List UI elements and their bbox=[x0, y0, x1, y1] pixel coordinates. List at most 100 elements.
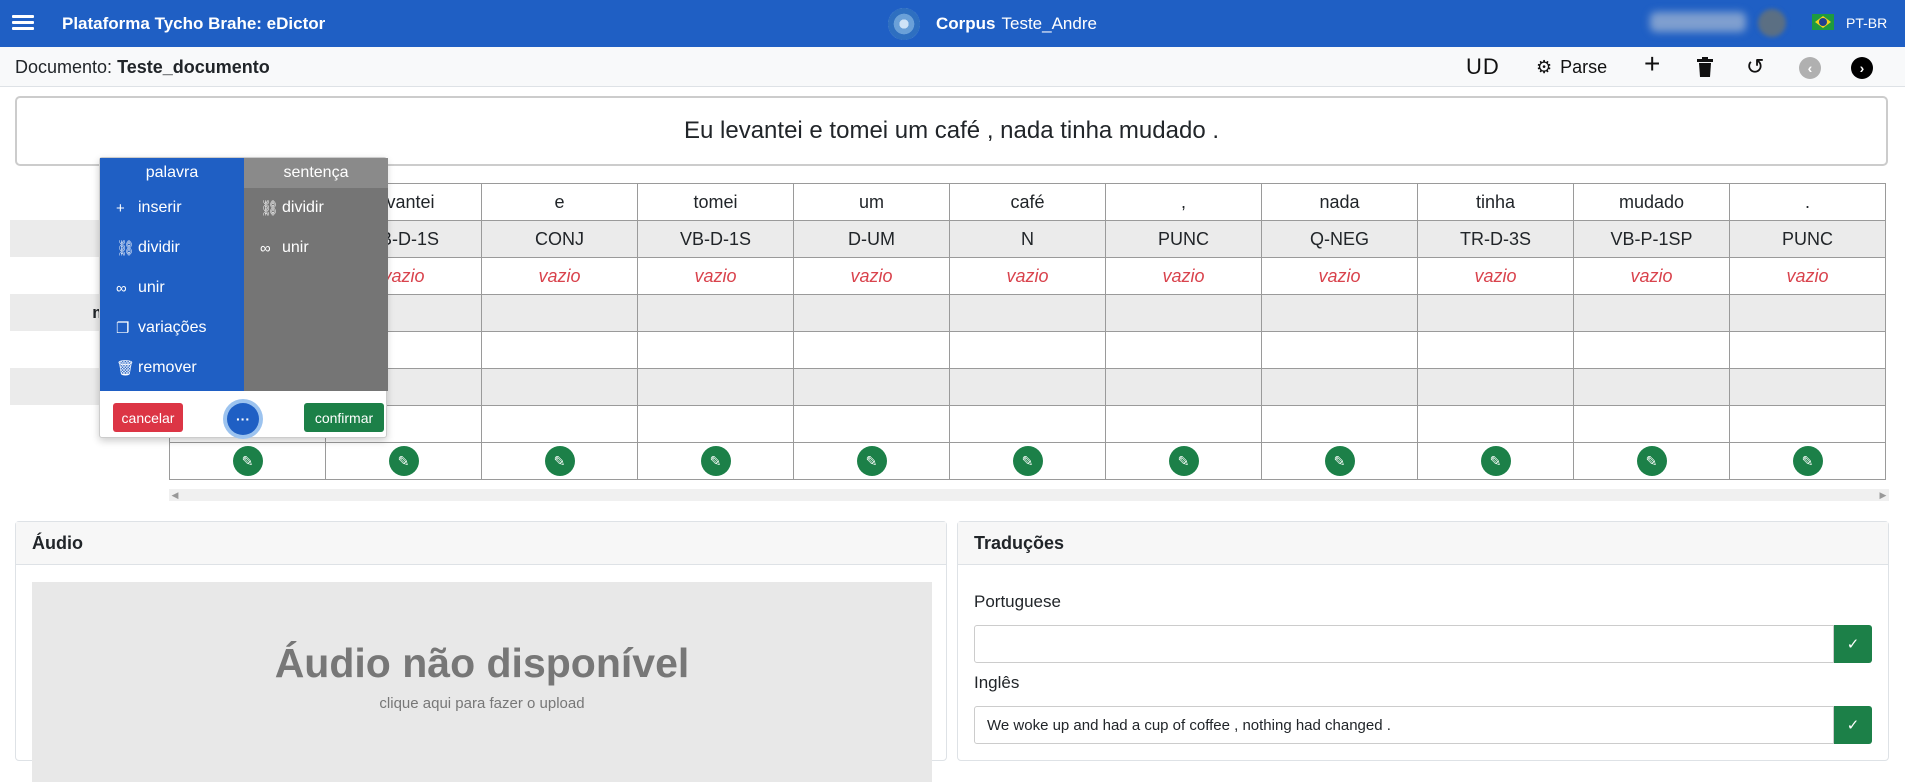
morpheme-tag-cell[interactable] bbox=[949, 331, 1106, 369]
gloss-2-cell[interactable] bbox=[481, 405, 638, 443]
tag-cell[interactable]: Q-NEG bbox=[1261, 220, 1418, 258]
gloss-2-cell[interactable] bbox=[637, 405, 794, 443]
morpheme-cell[interactable] bbox=[481, 294, 638, 332]
morpheme-cell[interactable] bbox=[637, 294, 794, 332]
save-translation-button[interactable]: ✓ bbox=[1834, 706, 1872, 744]
morpheme-gloss-cell[interactable] bbox=[1729, 368, 1886, 406]
gloss-2-cell[interactable] bbox=[1105, 405, 1262, 443]
morpheme-cell[interactable] bbox=[1729, 294, 1886, 332]
morpheme-tag-cell[interactable] bbox=[1729, 331, 1886, 369]
gloss-cell[interactable]: vazio bbox=[637, 257, 794, 295]
gloss-cell[interactable]: vazio bbox=[1573, 257, 1730, 295]
gloss-cell[interactable]: vazio bbox=[1729, 257, 1886, 295]
scroll-right-icon[interactable]: ▶ bbox=[1877, 489, 1889, 501]
next-sentence-button[interactable]: › bbox=[1851, 57, 1873, 79]
split-word-item[interactable]: ⛓ dividir bbox=[100, 228, 244, 268]
gloss-cell[interactable]: vazio bbox=[793, 257, 950, 295]
avatar[interactable] bbox=[1758, 9, 1786, 37]
morpheme-gloss-cell[interactable] bbox=[1261, 368, 1418, 406]
translation-input-portuguese[interactable] bbox=[974, 625, 1834, 663]
join-word-item[interactable]: ∞ unir bbox=[100, 268, 244, 308]
gloss-2-cell[interactable] bbox=[1729, 405, 1886, 443]
morpheme-gloss-cell[interactable] bbox=[481, 368, 638, 406]
language-selector[interactable]: PT-BR bbox=[1846, 15, 1887, 31]
gloss-cell[interactable]: vazio bbox=[1261, 257, 1418, 295]
ud-button[interactable]: UD bbox=[1466, 54, 1500, 79]
word-cell[interactable]: nada bbox=[1261, 183, 1418, 221]
tag-cell[interactable]: PUNC bbox=[1729, 220, 1886, 258]
morpheme-cell[interactable] bbox=[793, 294, 950, 332]
scroll-left-icon[interactable]: ◀ bbox=[169, 489, 181, 501]
morpheme-tag-cell[interactable] bbox=[1261, 331, 1418, 369]
horizontal-scrollbar[interactable]: ◀ ▶ bbox=[169, 489, 1889, 501]
cancel-button[interactable]: cancelar bbox=[113, 403, 183, 432]
morpheme-gloss-cell[interactable] bbox=[637, 368, 794, 406]
morpheme-tag-cell[interactable] bbox=[1417, 331, 1574, 369]
tag-cell[interactable]: VB-P-1SP bbox=[1573, 220, 1730, 258]
tag-cell[interactable]: CONJ bbox=[481, 220, 638, 258]
word-cell[interactable]: um bbox=[793, 183, 950, 221]
gloss-2-cell[interactable] bbox=[793, 405, 950, 443]
word-cell[interactable]: , bbox=[1105, 183, 1262, 221]
edit-word-button[interactable]: ✎ bbox=[700, 446, 731, 476]
edit-word-button[interactable]: ✎ bbox=[1324, 446, 1355, 476]
edit-word-button[interactable]: ✎ bbox=[1636, 446, 1667, 476]
morpheme-tag-cell[interactable] bbox=[1105, 331, 1262, 369]
tab-sentence[interactable]: sentença bbox=[244, 158, 388, 188]
gloss-2-cell[interactable] bbox=[1417, 405, 1574, 443]
edit-word-button[interactable]: ✎ bbox=[1168, 446, 1199, 476]
insert-word-item[interactable]: + inserir bbox=[100, 188, 244, 228]
previous-sentence-button[interactable]: ‹ bbox=[1799, 57, 1821, 79]
morpheme-tag-cell[interactable] bbox=[1573, 331, 1730, 369]
morpheme-tag-cell[interactable] bbox=[481, 331, 638, 369]
morpheme-cell[interactable] bbox=[949, 294, 1106, 332]
word-cell[interactable]: tomei bbox=[637, 183, 794, 221]
tag-cell[interactable]: D-UM bbox=[793, 220, 950, 258]
gloss-cell[interactable]: vazio bbox=[1105, 257, 1262, 295]
word-cell[interactable]: tinha bbox=[1417, 183, 1574, 221]
gloss-cell[interactable]: vazio bbox=[1417, 257, 1574, 295]
morpheme-tag-cell[interactable] bbox=[637, 331, 794, 369]
delete-sentence-button[interactable] bbox=[1697, 55, 1713, 79]
word-cell[interactable]: mudado bbox=[1573, 183, 1730, 221]
word-cell[interactable]: café bbox=[949, 183, 1106, 221]
word-cell[interactable]: . bbox=[1729, 183, 1886, 221]
morpheme-cell[interactable] bbox=[1105, 294, 1262, 332]
morpheme-gloss-cell[interactable] bbox=[793, 368, 950, 406]
morpheme-gloss-cell[interactable] bbox=[1417, 368, 1574, 406]
translation-input-english[interactable]: We woke up and had a cup of coffee , not… bbox=[974, 706, 1834, 744]
gloss-cell[interactable]: vazio bbox=[949, 257, 1106, 295]
edit-word-button[interactable]: ✎ bbox=[1792, 446, 1823, 476]
brazil-flag-icon[interactable] bbox=[1812, 14, 1834, 30]
undo-button[interactable]: ↺ bbox=[1746, 54, 1764, 79]
audio-upload-area[interactable]: Áudio não disponível clique aqui para fa… bbox=[32, 582, 932, 782]
edit-word-button[interactable]: ✎ bbox=[1480, 446, 1511, 476]
morpheme-cell[interactable] bbox=[1573, 294, 1730, 332]
tab-word[interactable]: palavra bbox=[100, 158, 244, 188]
gloss-2-cell[interactable] bbox=[1261, 405, 1418, 443]
edit-word-button[interactable]: ✎ bbox=[856, 446, 887, 476]
morpheme-cell[interactable] bbox=[1417, 294, 1574, 332]
edit-word-button[interactable]: ✎ bbox=[1012, 446, 1043, 476]
user-name[interactable] bbox=[1650, 12, 1746, 32]
tag-cell[interactable]: VB-D-1S bbox=[637, 220, 794, 258]
variations-item[interactable]: ❐ variações bbox=[100, 308, 244, 348]
confirm-button[interactable]: confirmar bbox=[304, 403, 384, 432]
remove-word-item[interactable]: 🗑 remover bbox=[100, 348, 244, 388]
morpheme-gloss-cell[interactable] bbox=[1573, 368, 1730, 406]
morpheme-cell[interactable] bbox=[1261, 294, 1418, 332]
tag-cell[interactable]: PUNC bbox=[1105, 220, 1262, 258]
tag-cell[interactable]: TR-D-3S bbox=[1417, 220, 1574, 258]
edit-word-button[interactable]: ✎ bbox=[544, 446, 575, 476]
tag-cell[interactable]: N bbox=[949, 220, 1106, 258]
menu-icon[interactable] bbox=[12, 12, 34, 32]
gloss-2-cell[interactable] bbox=[949, 405, 1106, 443]
more-options-button[interactable]: ··· bbox=[227, 403, 259, 435]
corpus-selector[interactable]: Corpus Teste_Andre bbox=[888, 8, 1097, 40]
join-sentence-item[interactable]: ∞ unir bbox=[244, 228, 388, 268]
save-translation-button[interactable]: ✓ bbox=[1834, 625, 1872, 663]
edit-word-button[interactable]: ✎ bbox=[388, 446, 419, 476]
gloss-2-cell[interactable] bbox=[1573, 405, 1730, 443]
gloss-cell[interactable]: vazio bbox=[481, 257, 638, 295]
edit-word-button[interactable]: ✎ bbox=[232, 446, 263, 476]
